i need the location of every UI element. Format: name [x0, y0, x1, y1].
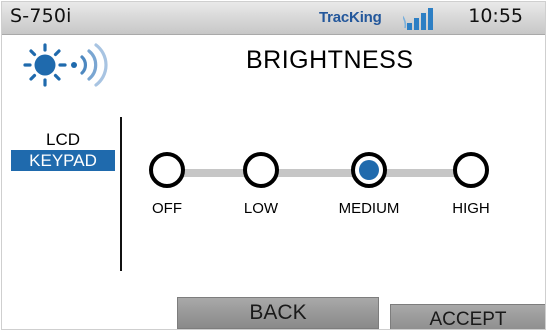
brightness-icon	[23, 43, 108, 87]
slider-track	[167, 169, 487, 177]
back-button[interactable]: BACK	[177, 297, 379, 329]
brightness-label-off: OFF	[152, 200, 182, 217]
menu-item-lcd[interactable]: LCD	[11, 129, 115, 150]
status-bar: S-750i TracKing 10:55	[2, 2, 545, 35]
signal-strength-icon	[403, 8, 433, 30]
brightness-label-low: LOW	[243, 200, 279, 217]
menu-item-keypad[interactable]: KEYPAD	[11, 150, 115, 171]
selected-dot	[359, 160, 379, 180]
brand-logo: TracKing	[319, 6, 439, 32]
brand-logo-text: TracKing	[319, 9, 382, 26]
clock: 10:55	[468, 5, 523, 27]
brightness-option-high[interactable]	[453, 152, 489, 188]
brightness-slider[interactable]: OFF LOW MEDIUM HIGH	[122, 142, 542, 232]
brightness-option-off[interactable]	[149, 152, 185, 188]
side-menu: LCD KEYPAD	[11, 129, 115, 171]
brightness-label-medium: MEDIUM	[338, 200, 400, 217]
accept-button[interactable]: ACCEPT	[390, 304, 545, 329]
device-screen: S-750i TracKing 10:55 BRIGHTNESS LCD KEY…	[1, 1, 546, 330]
device-model: S-750i	[10, 5, 72, 27]
brightness-option-low[interactable]	[243, 152, 279, 188]
brightness-option-medium[interactable]	[351, 152, 387, 188]
page-title: BRIGHTNESS	[246, 46, 414, 74]
brightness-label-high: HIGH	[452, 200, 490, 217]
